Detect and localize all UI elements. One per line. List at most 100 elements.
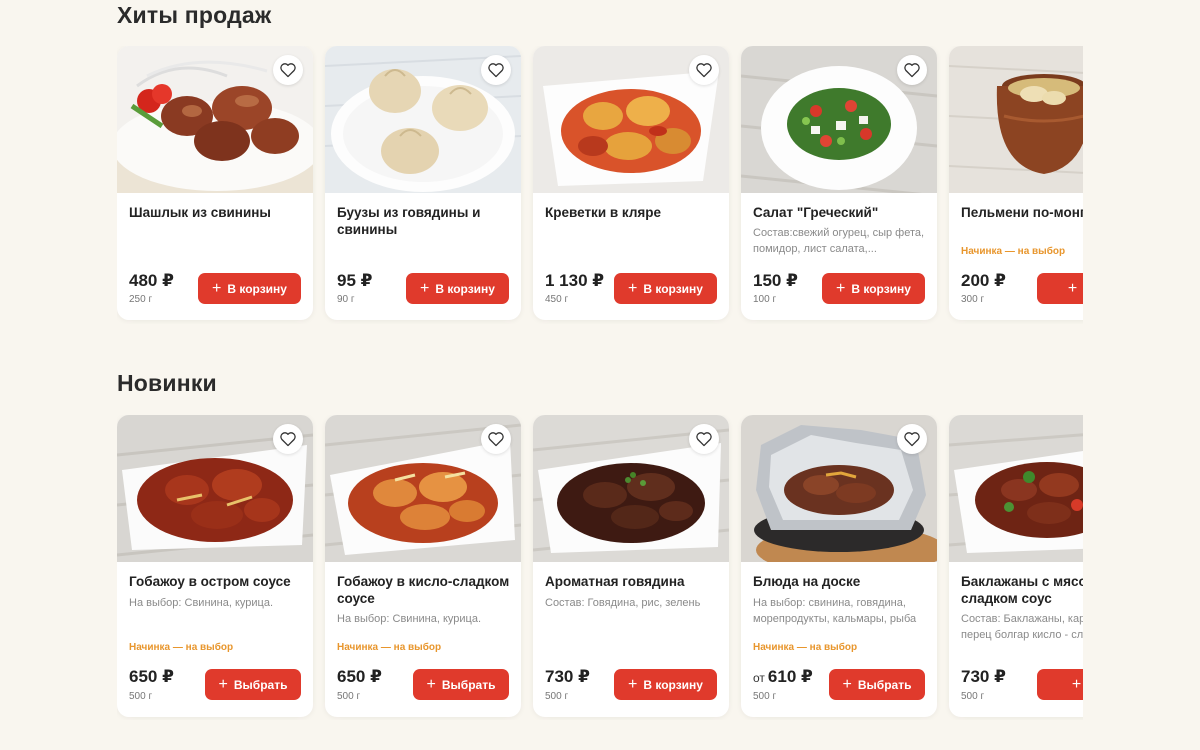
price-value: 150 ₽ [753, 271, 798, 290]
favorite-button[interactable] [481, 55, 511, 85]
choose-button[interactable]: +Вы [1037, 273, 1083, 304]
filling-choice-label: Начинка — на выбор [337, 642, 442, 653]
favorite-button[interactable] [273, 55, 303, 85]
product-name: Пельмени по-монг [961, 205, 1083, 220]
product-description: Состав: Баклажаны, кар свинина, перец бо… [961, 613, 1083, 641]
favorite-button[interactable] [689, 424, 719, 454]
product-weight: 450 г [545, 294, 569, 305]
product-card[interactable]: Креветки в кляре 1 130 ₽ 450 г + В корзин… [533, 46, 729, 320]
add-to-cart-button[interactable]: + В корзину [614, 669, 717, 700]
plus-icon: + [420, 279, 430, 297]
product-price: 650 ₽ [129, 667, 174, 687]
product-photo[interactable] [741, 46, 937, 193]
product-description: На выбор: Свинина, курица. [129, 597, 274, 609]
product-price: 95 ₽ [337, 271, 372, 291]
product-price: 480 ₽ [129, 271, 174, 291]
product-weight: 90 г [337, 294, 355, 305]
product-card[interactable]: Блюда на доске На выбор: свинина, говяди… [741, 415, 937, 717]
product-name: Буузы из говядины и свинины [337, 205, 481, 237]
favorite-button[interactable] [897, 55, 927, 85]
add-to-cart-button[interactable]: + В корзину [822, 273, 925, 304]
product-photo[interactable] [117, 46, 313, 193]
product-photo[interactable] [533, 46, 729, 193]
product-weight: 500 г [337, 691, 361, 702]
product-card[interactable]: Гобажоу в остром соусе На выбор: Свинина… [117, 415, 313, 717]
hits-row: Шашлык из свинины 480 ₽ 250 г + В корзину [117, 46, 1083, 324]
product-card[interactable]: Салат "Греческий" Состав:свежий огурец, … [741, 46, 937, 320]
product-price: 200 ₽ [961, 271, 1006, 291]
product-description: Состав:свежий огурец, сыр фета, помидор,… [753, 227, 925, 255]
choose-button[interactable]: + Выбрать [829, 669, 925, 700]
product-card[interactable]: Пельмени по-монг Начинка — на выбор 200 … [949, 46, 1083, 320]
product-weight: 500 г [753, 691, 777, 702]
product-card[interactable]: Буузы из говядины и свинины 95 ₽ 90 г + В… [325, 46, 521, 320]
plus-icon: + [426, 675, 436, 693]
product-price: 650 ₽ [337, 667, 382, 687]
choose-button[interactable]: + Выбрать [413, 669, 509, 700]
heart-icon [280, 432, 296, 447]
button-label: Выбрать [233, 677, 288, 692]
product-name: Баклажаны с мясом кисло-сладком соус [961, 574, 1083, 606]
product-price: 1 130 ₽ [545, 271, 604, 291]
product-name: Креветки в кляре [545, 205, 662, 220]
add-to-cart-button[interactable]: + В корзину [406, 273, 509, 304]
product-photo[interactable] [533, 415, 729, 562]
price-value: 1 130 ₽ [545, 271, 605, 290]
heart-icon [904, 63, 920, 78]
plus-icon: + [842, 675, 852, 693]
plus-icon: + [628, 675, 638, 693]
plus-icon: + [1071, 675, 1082, 693]
heart-icon [696, 432, 712, 447]
product-description: На выбор: свинина, говядина, морепродукт… [753, 597, 917, 625]
product-weight: 500 г [961, 691, 985, 702]
product-price: 730 ₽ [961, 667, 1006, 687]
button-label: Выбрать [857, 677, 912, 692]
product-photo[interactable] [741, 415, 937, 562]
product-name: Гобажоу в кисло-сладком соусе [337, 574, 510, 606]
price-prefix: от [753, 671, 765, 685]
product-card[interactable]: Гобажоу в кисло-сладком соусе На выбор: … [325, 415, 521, 717]
heart-icon [280, 63, 296, 78]
new-row: Гобажоу в остром соусе На выбор: Свинина… [117, 415, 1083, 720]
product-photo[interactable] [949, 415, 1083, 562]
favorite-button[interactable] [481, 424, 511, 454]
favorite-button[interactable] [897, 424, 927, 454]
product-name: Блюда на доске [753, 574, 861, 589]
heart-icon [488, 432, 504, 447]
button-label: В корзину [851, 281, 911, 296]
product-card[interactable]: Баклажаны с мясом кисло-сладком соус Сос… [949, 415, 1083, 717]
product-weight: 500 г [129, 691, 153, 702]
favorite-button[interactable] [273, 424, 303, 454]
add-to-cart-button[interactable]: + В корзину [614, 273, 717, 304]
button-label: Выбрать [441, 677, 496, 692]
product-description: Состав: Говядина, рис, зелень [545, 597, 701, 609]
price-value: 95 ₽ [337, 271, 373, 290]
button-label: В корзину [227, 281, 287, 296]
product-weight: 100 г [753, 294, 777, 305]
product-photo[interactable] [325, 46, 521, 193]
favorite-button[interactable] [689, 55, 719, 85]
price-value: 730 ₽ [961, 667, 1006, 686]
button-label: В корзину [435, 281, 495, 296]
heart-icon [488, 63, 504, 78]
add-to-cart-button[interactable]: + В корзину [198, 273, 301, 304]
button-label: В корзину [643, 281, 703, 296]
plus-icon: + [836, 279, 846, 297]
product-card[interactable]: Ароматная говядина Состав: Говядина, рис… [533, 415, 729, 717]
product-price: от 610 ₽ [753, 667, 813, 687]
product-description: На выбор: Свинина, курица. [337, 613, 482, 625]
price-value: 650 ₽ [129, 667, 174, 686]
product-weight: 250 г [129, 294, 153, 305]
product-name: Шашлык из свинины [129, 205, 271, 220]
price-value: 730 ₽ [545, 667, 590, 686]
heart-icon [904, 432, 920, 447]
plus-icon: + [628, 279, 638, 297]
product-photo[interactable] [949, 46, 1083, 193]
product-photo[interactable] [117, 415, 313, 562]
product-name: Гобажоу в остром соусе [129, 574, 291, 589]
button-label: В корзину [643, 677, 703, 692]
product-card[interactable]: Шашлык из свинины 480 ₽ 250 г + В корзину [117, 46, 313, 320]
choose-button[interactable]: + Выбрать [205, 669, 301, 700]
product-photo[interactable] [325, 415, 521, 562]
add-to-cart-button[interactable]: +В к [1037, 669, 1083, 700]
